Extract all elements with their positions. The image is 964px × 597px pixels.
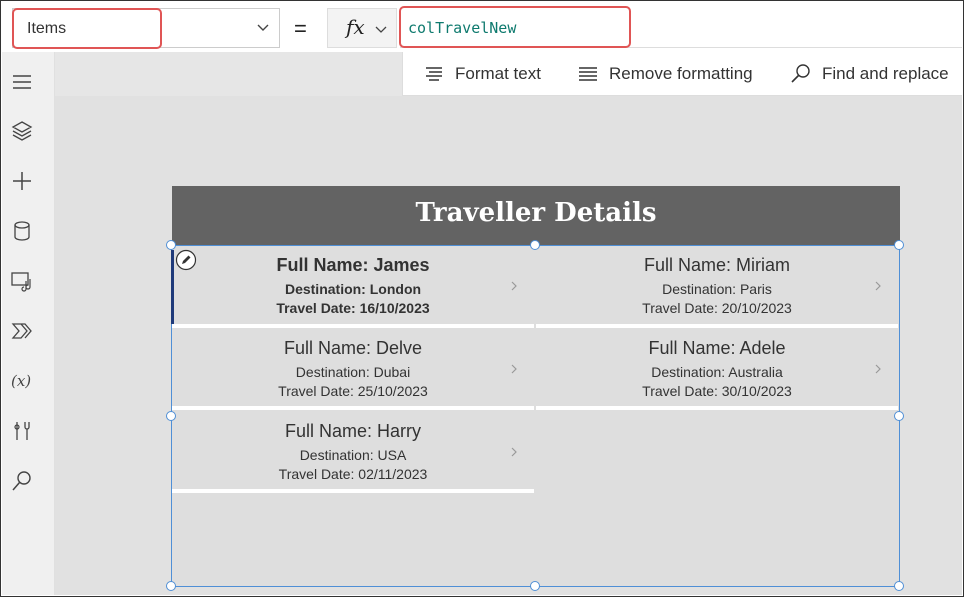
screenshot-border (0, 0, 964, 597)
